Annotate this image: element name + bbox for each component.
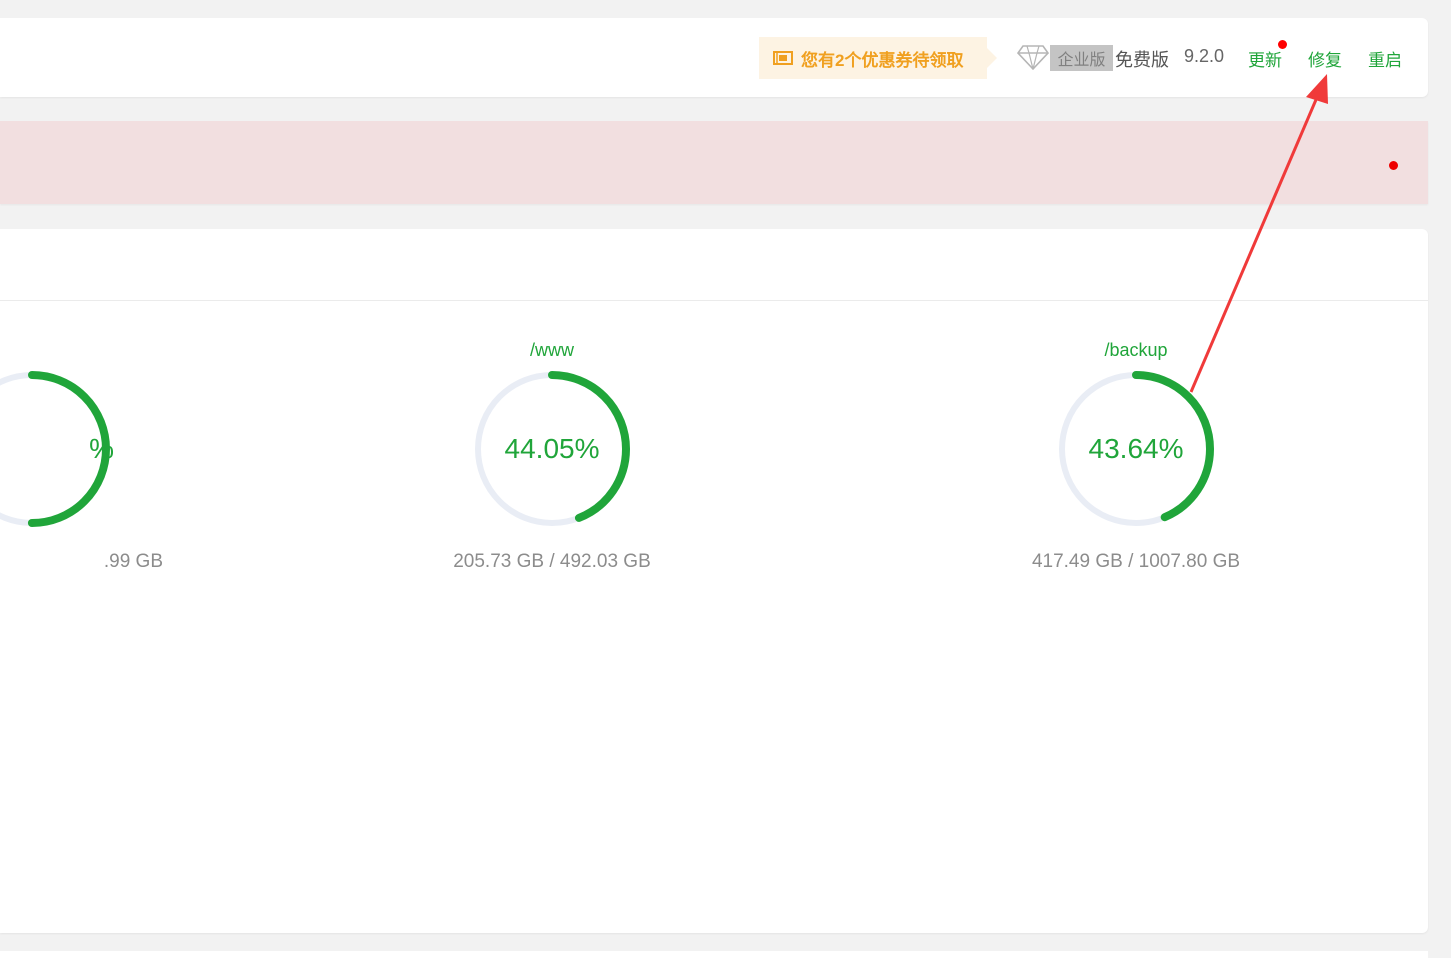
disk-panel: % .99 GB /www 44.05% 205.73 GB / 492.03 … xyxy=(0,229,1428,933)
edition-label: 免费版 xyxy=(1115,50,1169,70)
disk-gauge[interactable]: % xyxy=(0,369,114,529)
coupon-text: 您有2个优惠券待领取 xyxy=(801,50,964,70)
top-bar: 您有2个优惠券待领取 企业版 免费版 9.2.0 更新 修复 重启 xyxy=(0,18,1428,97)
disk-gauge[interactable]: 43.64% xyxy=(1056,369,1216,529)
disk-item: /www 44.05% 205.73 GB / 492.03 GB xyxy=(392,339,712,573)
disk-path: /www xyxy=(530,340,574,360)
gauge-percent: 44.05% xyxy=(504,433,600,464)
disk-path: /backup xyxy=(1104,340,1168,360)
diamond-icon xyxy=(1016,45,1050,71)
panel-header xyxy=(0,229,1428,301)
version-label: 9.2.0 xyxy=(1184,46,1225,66)
next-panel-edge xyxy=(0,951,1428,958)
disk-size: 417.49 GB / 1007.80 GB xyxy=(1031,551,1241,572)
gauge-percent: 43.64% xyxy=(1088,433,1184,464)
update-notification-dot xyxy=(1278,40,1287,49)
disk-path xyxy=(0,339,192,361)
repair-link[interactable]: 修复 xyxy=(1308,46,1342,71)
disk-size: 205.73 GB / 492.03 GB xyxy=(453,551,651,572)
alert-dot xyxy=(1389,161,1398,170)
coupon-banner[interactable]: 您有2个优惠券待领取 xyxy=(759,37,997,79)
enterprise-badge[interactable]: 企业版 xyxy=(1050,45,1113,71)
disk-size: .99 GB xyxy=(103,551,163,572)
restart-link[interactable]: 重启 xyxy=(1368,46,1402,71)
disk-item: /backup 43.64% 417.49 GB / 1007.80 GB xyxy=(976,339,1296,573)
disk-gauge[interactable]: 44.05% xyxy=(472,369,632,529)
update-link[interactable]: 更新 xyxy=(1248,46,1282,71)
disk-item: % .99 GB xyxy=(0,339,192,573)
ticket-icon xyxy=(773,51,793,65)
gauge-percent: % xyxy=(89,433,114,464)
alert-bar xyxy=(0,121,1428,204)
